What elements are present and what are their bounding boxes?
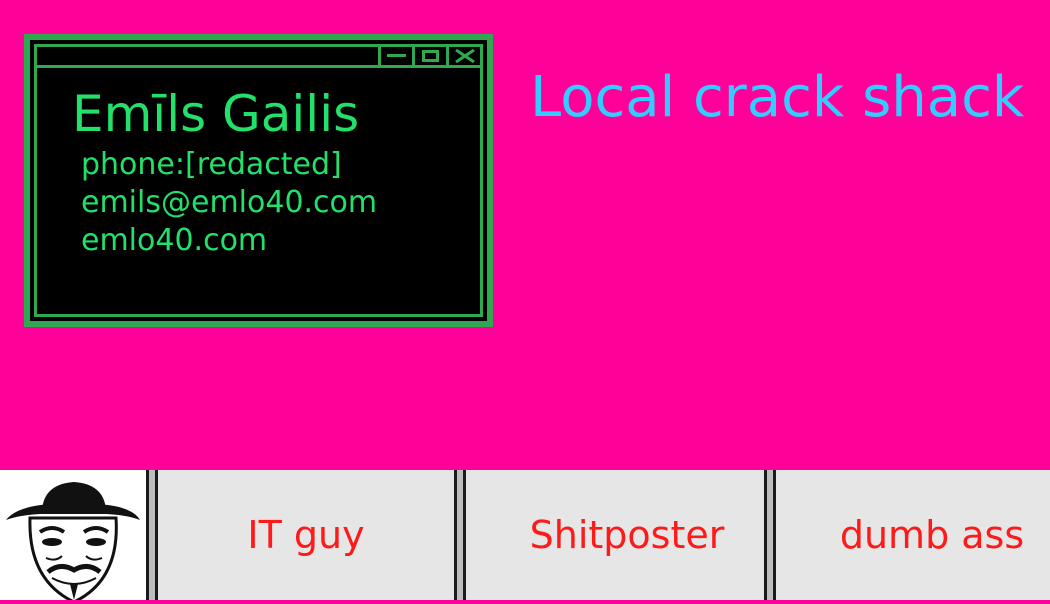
window-controls [378, 47, 480, 65]
shitposter-button[interactable]: Shitposter [466, 470, 764, 600]
contact-name: Emīls Gailis [72, 85, 360, 143]
contact-window: Emīls Gailis phone:[redacted] emils@emlo… [24, 34, 493, 327]
anonymous-mask-icon [6, 482, 140, 604]
it-guy-button[interactable]: IT guy [158, 470, 456, 600]
taskbar-separator [146, 470, 158, 600]
avatar[interactable] [0, 470, 146, 604]
taskbar-separator [764, 470, 776, 600]
maximize-icon[interactable] [412, 47, 446, 65]
contact-phone: phone:[redacted] [81, 147, 342, 182]
taskbar-separator [454, 470, 466, 600]
close-icon[interactable] [446, 47, 480, 65]
contact-details: phone:[redacted] emils@emlo40.com emlo40… [81, 146, 377, 260]
contact-website: emlo40.com [81, 223, 268, 258]
minimize-icon[interactable] [378, 47, 412, 65]
dumb-ass-button[interactable]: dumb ass [776, 470, 1050, 600]
window-titlebar[interactable] [37, 47, 480, 68]
contact-email: emils@emlo40.com [81, 185, 378, 220]
headline: Local crack shack [530, 65, 1025, 130]
taskbar: IT guy Shitposter dumb ass [0, 470, 1050, 604]
